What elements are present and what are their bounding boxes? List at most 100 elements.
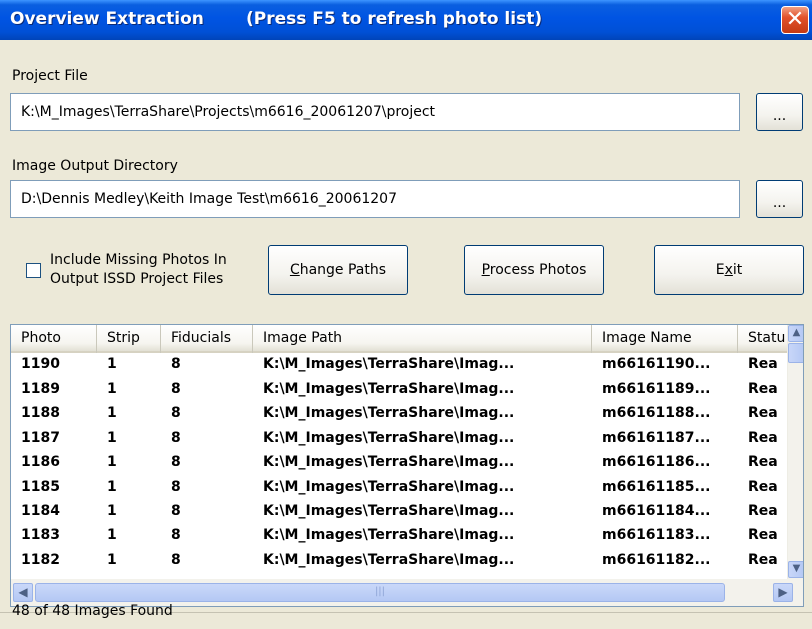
table-row[interactable]: 1184 1 8 K:\M_Images\TerraShare\Imag... … <box>11 501 787 521</box>
cell-photo: 1189 <box>21 381 60 397</box>
vertical-scrollbar[interactable]: ▲ ▼ <box>787 325 803 579</box>
cell-status: Rea <box>748 405 778 421</box>
cell-image-name: m66161186... <box>602 454 711 470</box>
cell-fiducials: 8 <box>171 381 181 397</box>
exit-label-rest: it <box>732 262 743 278</box>
cell-image-name: m66161185... <box>602 479 711 495</box>
browse-output-directory-button[interactable]: ... <box>756 180 803 218</box>
cell-strip: 1 <box>107 503 117 519</box>
cell-image-name: m66161183... <box>602 527 711 543</box>
cell-image-name: m66161190... <box>602 356 711 372</box>
process-photos-label: rocess Photos <box>489 262 587 278</box>
process-photos-mnemonic: P <box>481 262 490 278</box>
include-missing-photos-label-line2: Output ISSD Project Files <box>50 271 224 287</box>
table-row[interactable]: 1188 1 8 K:\M_Images\TerraShare\Imag... … <box>11 403 787 423</box>
column-header-status[interactable]: Statu <box>738 325 787 353</box>
cell-status: Rea <box>748 454 778 470</box>
cell-fiducials: 8 <box>171 527 181 543</box>
cell-image-path: K:\M_Images\TerraShare\Imag... <box>263 552 515 568</box>
vertical-scroll-thumb[interactable] <box>788 343 803 363</box>
cell-image-name: m66161184... <box>602 503 711 519</box>
cell-photo: 1186 <box>21 454 60 470</box>
table-row[interactable]: 1187 1 8 K:\M_Images\TerraShare\Imag... … <box>11 428 787 448</box>
cell-fiducials: 8 <box>171 356 181 372</box>
browse-project-file-button[interactable]: ... <box>756 93 803 131</box>
cell-status: Rea <box>748 356 778 372</box>
close-button[interactable]: ✕ <box>781 6 809 34</box>
photo-list[interactable]: Photo Strip Fiducials Image Path Image N… <box>10 324 804 607</box>
title-bar[interactable]: Overview Extraction (Press F5 to refresh… <box>0 0 812 40</box>
include-missing-photos-label[interactable]: Include Missing Photos In Output ISSD Pr… <box>50 251 227 289</box>
cell-fiducials: 8 <box>171 503 181 519</box>
chevron-down-icon: ▼ <box>792 563 801 574</box>
status-bar: 48 of 48 Images Found <box>0 603 812 629</box>
cell-strip: 1 <box>107 356 117 372</box>
cell-photo: 1182 <box>21 552 60 568</box>
cell-photo: 1190 <box>21 356 60 372</box>
table-row[interactable]: 1182 1 8 K:\M_Images\TerraShare\Imag... … <box>11 550 787 570</box>
output-directory-label: Image Output Directory <box>12 158 178 174</box>
cell-image-path: K:\M_Images\TerraShare\Imag... <box>263 430 515 446</box>
cell-image-path: K:\M_Images\TerraShare\Imag... <box>263 527 515 543</box>
include-missing-photos-checkbox[interactable] <box>26 263 41 278</box>
cell-image-name: m66161188... <box>602 405 711 421</box>
change-paths-label: hange Paths <box>299 262 387 278</box>
cell-status: Rea <box>748 479 778 495</box>
scroll-right-button[interactable]: ▶ <box>773 583 793 602</box>
cell-image-path: K:\M_Images\TerraShare\Imag... <box>263 356 515 372</box>
cell-fiducials: 8 <box>171 479 181 495</box>
process-photos-button[interactable]: Process Photos <box>464 245 604 295</box>
table-row[interactable]: 1190 1 8 K:\M_Images\TerraShare\Imag... … <box>11 354 787 374</box>
cell-photo: 1187 <box>21 430 60 446</box>
column-header-photo[interactable]: Photo <box>11 325 97 353</box>
cell-status: Rea <box>748 503 778 519</box>
close-icon: ✕ <box>785 7 805 32</box>
scroll-left-button[interactable]: ◀ <box>13 583 33 602</box>
column-header-image-path[interactable]: Image Path <box>253 325 592 353</box>
change-paths-button[interactable]: Change Paths <box>268 245 408 295</box>
change-paths-mnemonic: C <box>289 262 300 278</box>
cell-strip: 1 <box>107 552 117 568</box>
include-missing-photos-label-line1: Include Missing Photos In <box>50 252 227 268</box>
cell-strip: 1 <box>107 454 117 470</box>
horizontal-scroll-thumb[interactable]: ||| <box>35 583 725 602</box>
output-directory-input[interactable]: D:\Dennis Medley\Keith Image Test\m6616_… <box>10 180 740 218</box>
project-file-label: Project File <box>12 68 88 84</box>
cell-fiducials: 8 <box>171 552 181 568</box>
cell-strip: 1 <box>107 430 117 446</box>
column-header-image-name[interactable]: Image Name <box>592 325 738 353</box>
cell-status: Rea <box>748 381 778 397</box>
project-file-input[interactable]: K:\M_Images\TerraShare\Projects\m6616_20… <box>10 93 740 131</box>
table-row[interactable]: 1186 1 8 K:\M_Images\TerraShare\Imag... … <box>11 452 787 472</box>
window-title-hint: (Press F5 to refresh photo list) <box>246 9 543 29</box>
chevron-left-icon: ◀ <box>18 585 28 599</box>
cell-fiducials: 8 <box>171 454 181 470</box>
scroll-up-button[interactable]: ▲ <box>788 325 803 342</box>
photo-list-header: Photo Strip Fiducials Image Path Image N… <box>11 325 787 353</box>
cell-image-path: K:\M_Images\TerraShare\Imag... <box>263 479 515 495</box>
cell-photo: 1183 <box>21 527 60 543</box>
scroll-down-button[interactable]: ▼ <box>788 561 803 578</box>
column-header-fiducials[interactable]: Fiducials <box>161 325 253 353</box>
cell-fiducials: 8 <box>171 430 181 446</box>
overview-extraction-window: Overview Extraction (Press F5 to refresh… <box>0 0 812 629</box>
cell-status: Rea <box>748 552 778 568</box>
exit-label-pre: E <box>715 262 725 278</box>
column-header-strip[interactable]: Strip <box>97 325 161 353</box>
cell-strip: 1 <box>107 479 117 495</box>
cell-photo: 1185 <box>21 479 60 495</box>
table-row[interactable]: 1185 1 8 K:\M_Images\TerraShare\Imag... … <box>11 477 787 497</box>
cell-photo: 1188 <box>21 405 60 421</box>
table-row[interactable]: 1183 1 8 K:\M_Images\TerraShare\Imag... … <box>11 525 787 545</box>
cell-fiducials: 8 <box>171 405 181 421</box>
cell-strip: 1 <box>107 527 117 543</box>
cell-status: Rea <box>748 430 778 446</box>
cell-status: Rea <box>748 527 778 543</box>
table-row[interactable]: 1189 1 8 K:\M_Images\TerraShare\Imag... … <box>11 379 787 399</box>
cell-image-path: K:\M_Images\TerraShare\Imag... <box>263 405 515 421</box>
exit-button[interactable]: Exit <box>654 245 804 295</box>
chevron-right-icon: ▶ <box>778 585 788 599</box>
status-text: 48 of 48 Images Found <box>12 603 173 619</box>
cell-image-name: m66161187... <box>602 430 711 446</box>
window-title: Overview Extraction <box>10 9 204 29</box>
